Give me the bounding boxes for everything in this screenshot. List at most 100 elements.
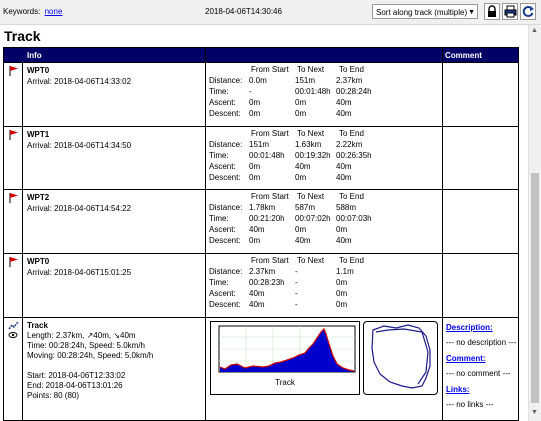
stat-column-header: To Next (297, 65, 325, 74)
keywords-row: Keywords: none (3, 7, 62, 16)
stat-row-label: Distance: (209, 76, 243, 85)
elevation-profile[interactable]: Track (210, 321, 360, 395)
waypoint-arrival: Arrival: 2018-04-06T14:34:50 (27, 141, 132, 150)
comment-cell: Description: --- no description --- Comm… (443, 318, 519, 421)
waypoint-name: WPT0 (27, 66, 50, 75)
comment-link[interactable]: Comment: (446, 354, 486, 363)
keywords-link[interactable]: none (45, 7, 63, 16)
keywords-label: Keywords: (3, 7, 41, 16)
stat-row-label: Time: (209, 214, 229, 223)
scroll-down-icon[interactable]: ▼ (531, 409, 538, 416)
track-panel: Track Info Comment WPT0 Arrival: 2018-04… (0, 25, 528, 421)
stat-value: 588m (336, 203, 357, 212)
track-points: Points: 80 (80) (27, 391, 80, 400)
stat-value: 0m (336, 278, 348, 287)
stat-value: 0m (295, 173, 307, 182)
stat-value: 0m (295, 225, 307, 234)
scroll-thumb[interactable] (531, 173, 539, 403)
stat-value: 2.37km (249, 267, 276, 276)
waypoint-row[interactable]: WPT2 Arrival: 2018-04-06T14:54:22 From S… (4, 189, 518, 253)
refresh-icon (522, 6, 534, 17)
track-row[interactable]: Track Length: 2.37km, ↗40m, ↘40m Time: 0… (4, 317, 518, 421)
stat-value: 00:01:48h (295, 87, 331, 96)
stat-row-label: Distance: (209, 140, 243, 149)
stat-value: 40m (336, 162, 352, 171)
stat-value: - (295, 278, 298, 287)
stat-row-label: Descent: (209, 236, 241, 245)
flag-icon (9, 130, 18, 140)
stat-column-header: To End (339, 129, 364, 138)
timestamp-text: 2018-04-06T14:30:46 (205, 7, 282, 16)
stat-column-header: To Next (297, 192, 325, 201)
stat-value: 0m (249, 236, 261, 245)
stat-row-label: Time: (209, 278, 229, 287)
waypoint-row[interactable]: WPT0 Arrival: 2018-04-06T14:33:02 From S… (4, 62, 518, 126)
stat-row-label: Time: (209, 87, 229, 96)
stat-value: 00:07:03h (336, 214, 372, 223)
header-comment: Comment (445, 51, 482, 60)
waypoint-row[interactable]: WPT0 Arrival: 2018-04-06T15:01:25 From S… (4, 253, 518, 317)
stat-column-header: From Start (251, 129, 289, 138)
waypoint-arrival: Arrival: 2018-04-06T15:01:25 (27, 268, 132, 277)
stat-value: 0m (295, 98, 307, 107)
stat-column-header: To End (339, 192, 364, 201)
vertical-scrollbar[interactable]: ▲ ▼ (528, 25, 541, 421)
stat-value: 00:21:20h (249, 214, 285, 223)
stat-value: 00:19:32h (295, 151, 331, 160)
stat-value: 151m (249, 140, 270, 149)
track-time: Time: 00:28:24h, Speed: 5.0km/h (27, 341, 145, 350)
track-name: Track (27, 321, 48, 330)
track-map-thumbnail[interactable] (363, 321, 438, 395)
stat-value: 151m (295, 76, 316, 85)
stat-row-label: Descent: (209, 300, 241, 309)
links-link[interactable]: Links: (446, 385, 470, 394)
stat-value: 2.22km (336, 140, 363, 149)
scroll-up-icon[interactable]: ▲ (531, 27, 538, 34)
stat-column-header: From Start (251, 256, 289, 265)
description-link[interactable]: Description: (446, 323, 493, 332)
table-header: Info Comment (4, 48, 518, 62)
stat-column-header: To Next (297, 256, 325, 265)
stat-value: 40m (336, 236, 352, 245)
track-length: Length: 2.37km, ↗40m, ↘40m (27, 331, 136, 340)
sort-select[interactable]: Sort along track (multiple) ▼ (372, 4, 478, 19)
track-moving: Moving: 00:28:24h, Speed: 5.0km/h (27, 351, 154, 360)
profile-label: Track (275, 378, 295, 387)
stat-value: 00:26:35h (336, 151, 372, 160)
stat-value: 0m (336, 289, 348, 298)
stat-row-label: Ascent: (209, 162, 236, 171)
stat-value: 587m (295, 203, 316, 212)
stat-value: 0m (336, 300, 348, 309)
chevron-down-icon: ▼ (468, 9, 475, 16)
waypoint-row[interactable]: WPT1 Arrival: 2018-04-06T14:34:50 From S… (4, 126, 518, 189)
refresh-button[interactable] (520, 3, 536, 20)
stat-row-label: Descent: (209, 173, 241, 182)
stat-value: 00:01:48h (249, 151, 285, 160)
stat-value: 0m (249, 162, 261, 171)
stat-value: 2.37km (336, 76, 363, 85)
stat-value: 40m (249, 225, 265, 234)
track-table: Info Comment WPT0 Arrival: 2018-04-06T14… (3, 47, 519, 421)
waypoint-name: WPT0 (27, 257, 50, 266)
stat-row-label: Distance: (209, 267, 243, 276)
stat-value: - (295, 267, 298, 276)
lock-button[interactable] (484, 3, 500, 20)
stat-value: 00:28:23h (249, 278, 285, 287)
stat-row-label: Descent: (209, 109, 241, 118)
print-button[interactable] (502, 3, 518, 20)
stat-column-header: To End (339, 256, 364, 265)
stat-value: - (295, 300, 298, 309)
stat-value: 0m (249, 109, 261, 118)
stat-value: 00:28:24h (336, 87, 372, 96)
stat-value: 1.63km (295, 140, 322, 149)
stat-value: 40m (336, 98, 352, 107)
track-start: Start: 2018-04-06T12:33:02 (27, 371, 126, 380)
comment-value: --- no comment --- (446, 369, 511, 378)
waypoint-arrival: Arrival: 2018-04-06T14:33:02 (27, 77, 132, 86)
links-value: --- no links --- (446, 400, 494, 409)
stat-value: 0m (249, 173, 261, 182)
stat-value: 1.1m (336, 267, 354, 276)
stat-column-header: To End (339, 65, 364, 74)
stat-value: - (249, 87, 252, 96)
stat-value: 40m (249, 289, 265, 298)
